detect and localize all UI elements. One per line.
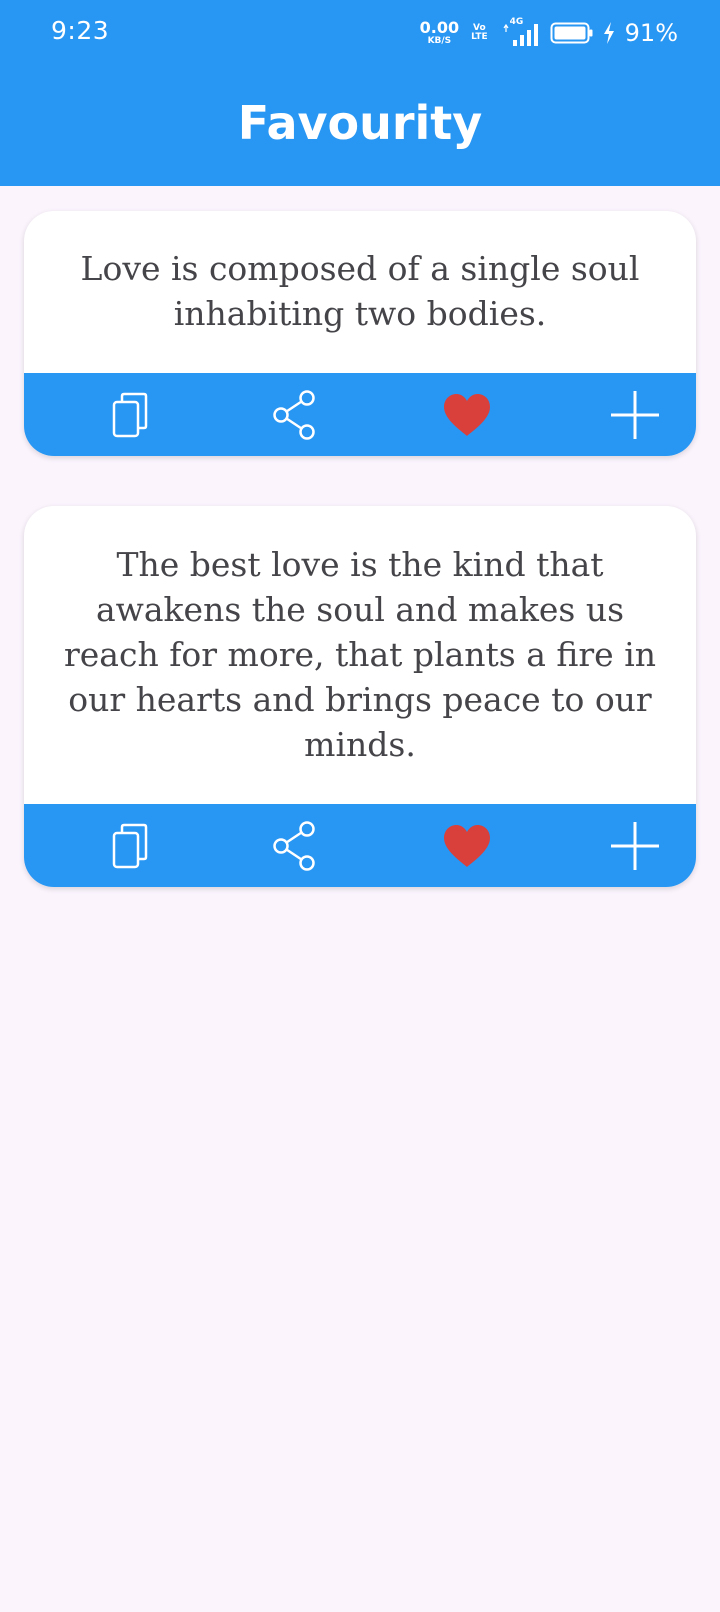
signal-icon: 4G <box>502 18 542 48</box>
plus-icon <box>611 390 659 439</box>
copy-button[interactable] <box>92 804 172 887</box>
network-speed: 0.00 KB/S <box>420 20 459 46</box>
add-button[interactable] <box>595 373 675 456</box>
quote-actions-bar <box>24 804 696 887</box>
heart-icon <box>444 824 490 867</box>
quote-card: Love is composed of a single soul inhabi… <box>24 211 696 456</box>
quote-text: The best love is the kind that awakens t… <box>64 545 657 764</box>
volte-icon: Vo LTE <box>471 24 488 42</box>
heart-icon <box>444 393 490 436</box>
charging-icon <box>602 21 616 45</box>
copy-icon <box>112 392 148 437</box>
share-icon <box>273 389 315 440</box>
network-speed-unit: KB/S <box>427 36 452 46</box>
copy-button[interactable] <box>92 373 172 456</box>
status-icons: 0.00 KB/S Vo LTE 4G 91% <box>420 17 678 49</box>
status-time: 9:23 <box>51 16 110 45</box>
network-speed-value: 0.00 <box>419 18 460 37</box>
page-title: Favourity <box>237 96 483 150</box>
status-bar: 9:23 0.00 KB/S Vo LTE 4G 91% <box>0 0 720 66</box>
quote-text: Love is composed of a single soul inhabi… <box>80 249 640 333</box>
app-bar: 9:23 0.00 KB/S Vo LTE 4G 91% Favourity <box>0 0 720 186</box>
favorite-button[interactable] <box>427 804 507 887</box>
quote-card: The best love is the kind that awakens t… <box>24 506 696 887</box>
volte-bottom: LTE <box>471 32 488 42</box>
copy-icon <box>112 823 148 868</box>
battery-icon <box>550 21 594 45</box>
share-button[interactable] <box>256 373 336 456</box>
favorite-button[interactable] <box>427 373 507 456</box>
share-button[interactable] <box>256 804 336 887</box>
battery-percent: 91% <box>624 19 678 47</box>
plus-icon <box>611 821 659 870</box>
add-button[interactable] <box>595 804 675 887</box>
quote-actions-bar <box>24 373 696 456</box>
share-icon <box>273 820 315 871</box>
